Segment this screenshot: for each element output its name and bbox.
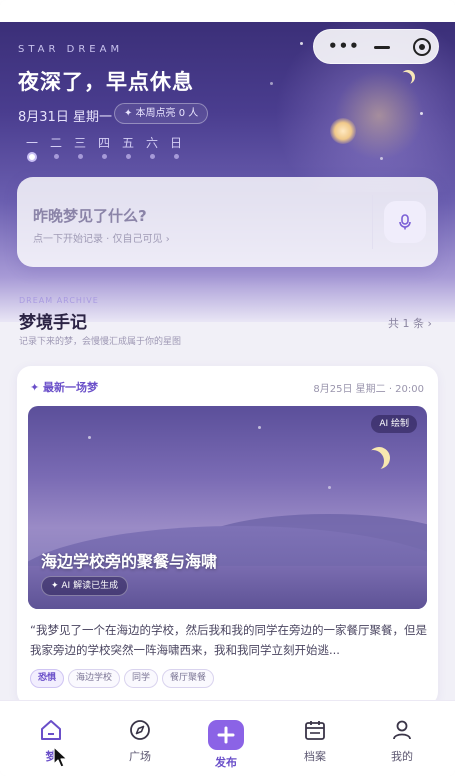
dream-tags: 恐惧 海边学校 同学 餐厅聚餐 bbox=[30, 665, 218, 688]
tag[interactable]: 餐厅聚餐 bbox=[162, 669, 215, 688]
close-icon[interactable] bbox=[413, 38, 431, 56]
dream-excerpt: “我梦见了一个在海边的学校，然后我和我的同学在旁边的一家餐厅聚餐，但是我家旁边的… bbox=[30, 623, 427, 657]
dream-timestamp: 8月25日 星期二 · 20:00 bbox=[313, 384, 424, 395]
tab-mine[interactable]: 我的 bbox=[372, 719, 432, 764]
tag-emotion[interactable]: 恐惧 bbox=[30, 669, 65, 688]
day-dot bbox=[78, 154, 83, 159]
plus-icon bbox=[217, 726, 235, 744]
day-dot bbox=[174, 154, 179, 159]
weekday-sun[interactable]: 日 bbox=[168, 134, 184, 151]
tag[interactable]: 海边学校 bbox=[68, 669, 121, 688]
star-icon bbox=[300, 42, 303, 45]
voice-record-button[interactable] bbox=[384, 201, 426, 243]
day-dot-active bbox=[27, 152, 37, 162]
dream-cover-image[interactable]: AI 绘制 海边学校旁的聚餐与海啸 ✦ AI 解读已生成 bbox=[28, 406, 427, 609]
tab-archive[interactable]: 档案 bbox=[285, 719, 345, 764]
weekday-fri[interactable]: 五 bbox=[120, 134, 136, 151]
weekday-thu[interactable]: 四 bbox=[96, 134, 112, 151]
lamp-glow bbox=[330, 118, 356, 144]
divider bbox=[372, 195, 373, 249]
more-icon[interactable]: ••• bbox=[328, 37, 360, 55]
calendar-icon bbox=[305, 721, 325, 740]
dream-card[interactable]: ✦ 最新一场梦 8月25日 星期二 · 20:00 AI 绘制 海边学校旁的聚餐… bbox=[17, 366, 438, 706]
weekday-mon[interactable]: 一 bbox=[24, 134, 40, 151]
week-strip: 一 二 三 四 五 六 日 bbox=[22, 134, 192, 166]
moon-icon bbox=[398, 72, 412, 86]
tab-label: 广场 bbox=[129, 750, 151, 763]
archive-en-label: DREAM ARCHIVE bbox=[19, 296, 99, 305]
star-icon bbox=[258, 426, 261, 429]
tab-square[interactable]: 广场 bbox=[110, 719, 170, 764]
archive-count-link[interactable]: 共 1 条 › bbox=[388, 315, 432, 331]
dream-title: 海边学校旁的聚餐与海啸 bbox=[41, 552, 218, 571]
compass-icon bbox=[130, 720, 150, 740]
star-icon bbox=[270, 82, 273, 85]
day-dot bbox=[150, 154, 155, 159]
mouse-cursor-icon bbox=[53, 746, 68, 768]
tag[interactable]: 同学 bbox=[124, 669, 159, 688]
miniprogram-capsule: ••• bbox=[313, 29, 439, 64]
weekly-lit-badge[interactable]: ✦ 本周点亮 0 人 bbox=[114, 103, 209, 124]
dream-input-hint: 点一下开始记录 · 仅自己可见 › bbox=[33, 234, 170, 245]
archive-subtitle: 记录下来的梦，会慢慢汇成属于你的星图 bbox=[19, 337, 182, 347]
latest-dream-label: ✦ 最新一场梦 bbox=[30, 381, 99, 394]
brand-label: STAR DREAM bbox=[18, 44, 124, 55]
star-icon bbox=[328, 486, 331, 489]
home-icon bbox=[41, 720, 61, 740]
page-title: 夜深了，早点休息 bbox=[18, 70, 194, 94]
app-frame: STAR DREAM 夜深了，早点休息 8月31日 星期一 ✦ 本周点亮 0 人… bbox=[0, 0, 455, 776]
star-icon bbox=[420, 112, 423, 115]
star-icon bbox=[88, 436, 91, 439]
weekday-wed[interactable]: 三 bbox=[72, 134, 88, 151]
ai-image-badge: AI 绘制 bbox=[371, 415, 417, 433]
user-icon bbox=[393, 720, 411, 740]
archive-title: 梦境手记 bbox=[19, 313, 87, 333]
day-dot bbox=[126, 154, 131, 159]
date-label: 8月31日 星期一 bbox=[18, 110, 112, 125]
tab-label: 梦 bbox=[45, 750, 57, 763]
dream-input-card[interactable]: 昨晚梦见了什么? 点一下开始记录 · 仅自己可见 › bbox=[17, 177, 438, 267]
tab-dream[interactable]: 梦 bbox=[13, 705, 89, 775]
weekday-tue[interactable]: 二 bbox=[48, 134, 64, 151]
microphone-icon bbox=[399, 214, 411, 230]
moon-icon bbox=[362, 450, 384, 472]
publish-button[interactable] bbox=[208, 720, 244, 750]
day-dot bbox=[102, 154, 107, 159]
star-icon bbox=[380, 157, 383, 160]
tab-label: 我的 bbox=[391, 750, 413, 763]
day-dot bbox=[54, 154, 59, 159]
tab-label: 档案 bbox=[304, 750, 326, 763]
weekday-sat[interactable]: 六 bbox=[144, 134, 160, 151]
minimize-icon[interactable] bbox=[374, 46, 390, 49]
status-bar bbox=[0, 0, 455, 22]
ai-interpretation-badge[interactable]: ✦ AI 解读已生成 bbox=[41, 576, 129, 596]
dream-input-prompt: 昨晚梦见了什么? bbox=[33, 207, 147, 225]
publish-label[interactable]: 发布 bbox=[208, 754, 244, 770]
